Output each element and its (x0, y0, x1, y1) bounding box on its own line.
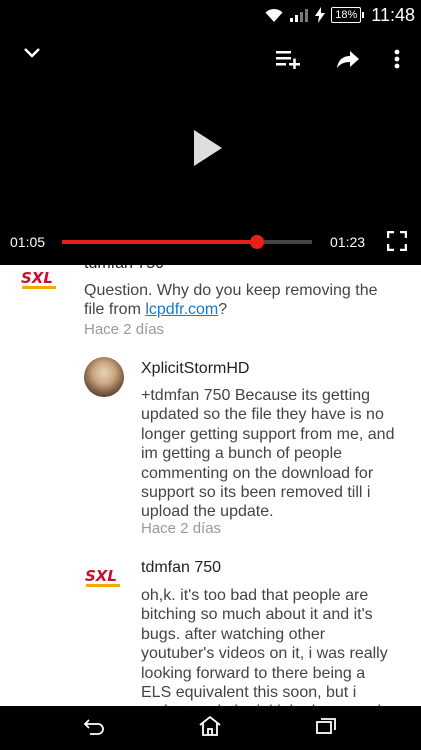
collapse-button[interactable] (14, 40, 50, 70)
battery-icon: 18% (331, 7, 365, 23)
fullscreen-icon (386, 230, 408, 256)
video-player[interactable]: 01:05 01:23 (0, 30, 421, 265)
more-vert-icon (394, 49, 400, 74)
charging-icon (315, 7, 326, 23)
avatar[interactable]: SXL (84, 559, 124, 599)
play-icon (190, 128, 226, 173)
fullscreen-button[interactable] (384, 230, 410, 256)
signal-icon (289, 7, 309, 23)
comment-text-part: ? (218, 301, 228, 319)
recents-icon (315, 717, 337, 740)
svg-text:SXL: SXL (21, 269, 53, 287)
navigation-bar (0, 706, 421, 750)
share-icon (336, 49, 360, 74)
status-bar: 18% 11:48 (0, 0, 421, 30)
share-button[interactable] (330, 46, 366, 76)
home-icon (198, 715, 222, 742)
seek-progress (62, 240, 257, 244)
comment-text-part: Question. Why do you keep removing the f… (84, 282, 378, 319)
add-to-queue-icon (275, 49, 301, 74)
channel-logo-icon: SXL (85, 567, 120, 587)
comment-author[interactable]: tdmfan 750 (84, 265, 164, 273)
back-button[interactable] (74, 712, 114, 744)
back-icon (82, 717, 106, 740)
more-options-button[interactable] (382, 46, 412, 76)
comment-text: +tdmfan 750 Because its getting updated … (141, 387, 395, 521)
battery-level: 18% (335, 9, 358, 21)
play-button[interactable] (180, 122, 236, 178)
status-clock: 11:48 (371, 4, 415, 25)
seek-bar[interactable] (62, 235, 312, 249)
comment-author[interactable]: tdmfan 750 (141, 559, 221, 577)
home-button[interactable] (190, 712, 230, 744)
comment-text: Question. Why do you keep removing the f… (84, 281, 394, 320)
avatar[interactable] (84, 357, 124, 397)
recents-button[interactable] (306, 712, 346, 744)
comment-date: Hace 2 días (84, 321, 165, 338)
svg-text:SXL: SXL (85, 567, 117, 585)
current-time: 01:05 (10, 234, 46, 250)
chevron-down-icon (23, 46, 41, 64)
comment-date: Hace 2 días (141, 520, 222, 537)
wifi-icon (265, 7, 283, 23)
comment-link[interactable]: lcpdfr.com (145, 301, 218, 318)
comment-text: oh,k. it's too bad that people are bitch… (141, 587, 388, 706)
comment-author[interactable]: XplicitStormHD (141, 360, 249, 378)
status-icons: 18% 11:48 (265, 3, 415, 27)
add-to-queue-button[interactable] (268, 46, 308, 76)
total-time: 01:23 (330, 234, 366, 250)
seek-handle[interactable] (250, 235, 264, 249)
channel-logo-icon: SXL (21, 269, 56, 289)
avatar[interactable]: SXL (20, 265, 60, 301)
comments-list[interactable]: SXL tdmfan 750 Question. Why do you keep… (0, 265, 421, 706)
